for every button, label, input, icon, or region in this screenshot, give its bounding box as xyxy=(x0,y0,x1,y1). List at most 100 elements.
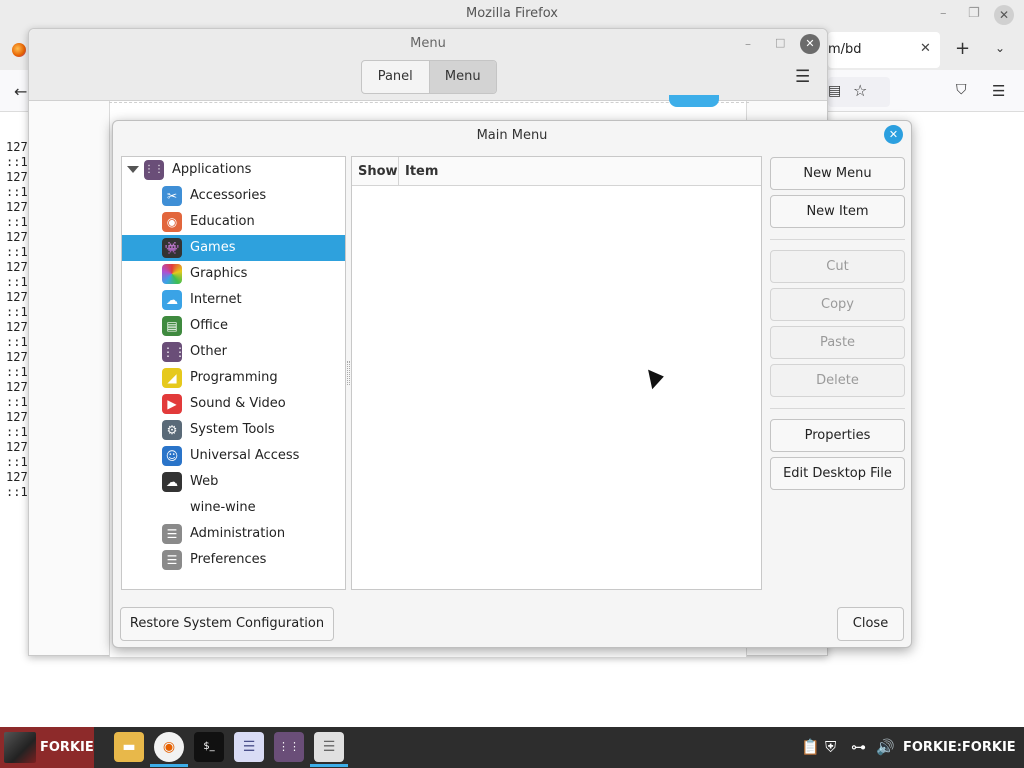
office-icon: ▤ xyxy=(162,316,182,336)
toggle-switch[interactable] xyxy=(669,95,719,107)
hamburger-menu-icon[interactable]: ☰ xyxy=(992,82,1005,100)
menu-window-header: Menu – □ ✕ Panel Menu ☰ xyxy=(29,29,827,101)
firefox-tab[interactable]: m/bd ✕ xyxy=(828,32,940,68)
tree-item[interactable]: ◢ Programming xyxy=(122,365,345,391)
tree-item[interactable]: ☰ Administration xyxy=(122,521,345,547)
column-header-item[interactable]: Item xyxy=(405,164,438,179)
content-line: 127 xyxy=(6,260,28,274)
text-editor-icon[interactable]: ☰ xyxy=(234,732,264,762)
tree-item[interactable]: 👾 Games xyxy=(122,235,345,261)
content-line: ::1 xyxy=(6,275,28,289)
new-tab-icon[interactable]: + xyxy=(955,38,970,59)
app-grid-icon[interactable]: ⋮⋮ xyxy=(274,732,304,762)
applications-icon: ⋮⋮ xyxy=(144,160,164,180)
active-indicator xyxy=(150,764,188,767)
tree-item-label: Sound & Video xyxy=(190,396,286,411)
edit-desktop-file-button[interactable]: Edit Desktop File xyxy=(770,457,905,490)
paste-button[interactable]: Paste xyxy=(770,326,905,359)
close-button[interactable]: Close xyxy=(837,607,904,641)
network-icon[interactable]: ⊶ xyxy=(851,738,866,756)
content-line: ::1 xyxy=(6,365,28,379)
preferences-icon: ☰ xyxy=(162,550,182,570)
tree-item[interactable]: ⋮⋮ Other xyxy=(122,339,345,365)
maximize-icon[interactable]: ❐ xyxy=(968,6,980,21)
tree-item[interactable]: ☁ Internet xyxy=(122,287,345,313)
tree-item[interactable]: wine-wine xyxy=(122,495,345,521)
tree-item[interactable]: ▶ Sound & Video xyxy=(122,391,345,417)
files-icon[interactable]: ▬ xyxy=(114,732,144,762)
tree-item-label: Web xyxy=(190,474,219,489)
main-menu-dialog: Main Menu ✕ ⋮⋮ Applications ✂ Accessories… xyxy=(112,120,912,648)
clipboard-icon[interactable]: 📋 xyxy=(801,738,820,756)
firefox-close-icon[interactable]: ✕ xyxy=(994,5,1014,25)
tree-item-label: Education xyxy=(190,214,255,229)
tree-item[interactable]: ◉ Education xyxy=(122,209,345,235)
tab-panel[interactable]: Panel xyxy=(362,61,429,93)
hamburger-menu-icon[interactable]: ☰ xyxy=(795,67,810,87)
programming-icon: ◢ xyxy=(162,368,182,388)
content-line: 127 xyxy=(6,140,28,154)
firefox-icon[interactable]: ◉ xyxy=(154,732,184,762)
terminal-icon[interactable]: $_ xyxy=(194,732,224,762)
universal-access-icon: ☺ xyxy=(162,446,182,466)
content-line: 127 xyxy=(6,470,28,484)
back-arrow-icon[interactable]: ← xyxy=(14,82,27,101)
shield-icon[interactable]: ⛨ xyxy=(825,738,836,756)
content-line: ::1 xyxy=(6,155,28,169)
button-separator xyxy=(770,239,905,240)
education-icon: ◉ xyxy=(162,212,182,232)
menu-window-title: Menu xyxy=(410,36,446,51)
taskbar: FORKIE ▬ ◉ $_ ☰ ⋮⋮ ☰ 📋 ⛨ ⊶ 🔊 FORKIE:FORK… xyxy=(0,727,1024,768)
tree-item-label: Preferences xyxy=(190,552,267,567)
accessories-icon: ✂ xyxy=(162,186,182,206)
dialog-titlebar: Main Menu ✕ xyxy=(113,121,911,149)
properties-button[interactable]: Properties xyxy=(770,419,905,452)
tree-item[interactable]: ▤ Office xyxy=(122,313,345,339)
pocket-icon[interactable]: ⛉ xyxy=(956,82,967,98)
tree-root-applications[interactable]: ⋮⋮ Applications xyxy=(122,157,345,183)
items-list-header: Show Item xyxy=(352,157,761,186)
close-icon[interactable]: ✕ xyxy=(884,125,903,144)
pane-resize-handle[interactable] xyxy=(347,361,350,385)
tree-item[interactable]: ☁ Web xyxy=(122,469,345,495)
restore-system-configuration-button[interactable]: Restore System Configuration xyxy=(120,607,334,641)
menu-editor-icon[interactable]: ☰ xyxy=(314,732,344,762)
firefox-window-title: Mozilla Firefox xyxy=(466,6,558,21)
tree-item[interactable]: ☺ Universal Access xyxy=(122,443,345,469)
start-menu-button[interactable]: FORKIE xyxy=(0,727,94,768)
bookmark-star-icon[interactable]: ☆ xyxy=(853,81,867,100)
maximize-icon[interactable]: □ xyxy=(775,36,785,49)
content-line: ::1 xyxy=(6,455,28,469)
content-line: 127 xyxy=(6,410,28,424)
tab-close-icon[interactable]: ✕ xyxy=(920,41,931,56)
tree-item[interactable]: ⚙ System Tools xyxy=(122,417,345,443)
tree-item[interactable]: ✂ Accessories xyxy=(122,183,345,209)
column-divider xyxy=(398,157,399,186)
chevron-down-icon[interactable]: ⌄ xyxy=(995,41,1005,55)
user-avatar xyxy=(4,732,36,763)
tab-menu[interactable]: Menu xyxy=(428,61,496,93)
tree-item-label: wine-wine xyxy=(190,500,256,515)
minimize-icon[interactable]: – xyxy=(745,37,751,51)
copy-button[interactable]: Copy xyxy=(770,288,905,321)
user-host-label: FORKIE:FORKIE xyxy=(903,740,1016,755)
content-line: ::1 xyxy=(6,395,28,409)
new-menu-button[interactable]: New Menu xyxy=(770,157,905,190)
cut-button[interactable]: Cut xyxy=(770,250,905,283)
panel-menu-switcher: Panel Menu xyxy=(361,60,497,94)
tree-item[interactable]: Graphics xyxy=(122,261,345,287)
reader-view-icon[interactable]: ▤ xyxy=(828,83,841,99)
delete-button[interactable]: Delete xyxy=(770,364,905,397)
tree-item[interactable]: ☰ Preferences xyxy=(122,547,345,573)
close-icon[interactable]: ✕ xyxy=(800,34,820,54)
expander-arrow-icon[interactable] xyxy=(127,166,139,173)
tree-item-label: Other xyxy=(190,344,227,359)
content-line: 127 xyxy=(6,200,28,214)
graphics-icon xyxy=(162,264,182,284)
other-icon: ⋮⋮ xyxy=(162,342,186,362)
new-item-button[interactable]: New Item xyxy=(770,195,905,228)
column-header-show[interactable]: Show xyxy=(358,164,398,179)
content-line: 127 xyxy=(6,170,28,184)
volume-icon[interactable]: 🔊 xyxy=(876,738,895,756)
minimize-icon[interactable]: – xyxy=(940,6,947,21)
